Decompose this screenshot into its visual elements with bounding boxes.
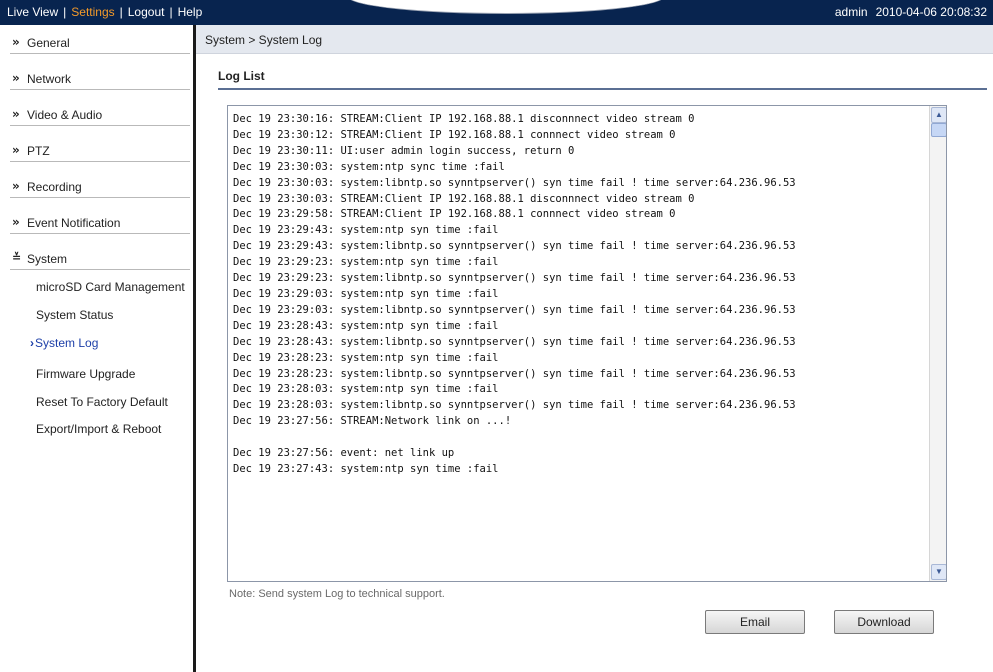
sidebar-item-system-log[interactable]: ›System Log (30, 336, 98, 350)
scroll-up-icon[interactable]: ▲ (931, 107, 946, 123)
top-bar: Live View | Settings | Logout | Help admin 2010… (0, 0, 993, 25)
breadcrumb: System > System Log (205, 33, 323, 47)
nav-separator: | (119, 5, 123, 19)
sidebar-section-label: General (27, 36, 70, 50)
datetime: 2010-04-06 20:08:32 (875, 5, 987, 19)
section-title: Log List (218, 69, 265, 83)
breadcrumb-bar: System > System Log (196, 25, 993, 54)
scroll-down-icon[interactable]: ▼ (931, 564, 946, 580)
sidebar-section-ptz[interactable]: » PTZ (10, 134, 190, 162)
chevron-double-down-icon: ≚ (12, 251, 22, 264)
download-button[interactable]: Download (834, 610, 934, 634)
nav-separator: | (63, 5, 67, 19)
nav-logout[interactable]: Logout (128, 5, 165, 19)
header-decoration (347, 0, 665, 14)
chevron-double-right-icon: » (12, 143, 20, 157)
sidebar-section-event-notification[interactable]: » Event Notification (10, 206, 190, 234)
sidebar-section-network[interactable]: » Network (10, 62, 190, 90)
sidebar-item-label: System Log (35, 336, 99, 350)
sidebar-section-system[interactable]: ≚ System (10, 242, 190, 270)
email-button[interactable]: Email (705, 610, 805, 634)
sidebar-section-label: Network (27, 72, 72, 86)
sidebar-item-export-import[interactable]: Export/Import & Reboot (36, 422, 161, 436)
sidebar-section-label: PTZ (27, 144, 50, 158)
username: admin (834, 5, 868, 19)
chevron-double-right-icon: » (12, 215, 20, 229)
chevron-right-icon: › (30, 336, 34, 350)
nav-help[interactable]: Help (178, 5, 203, 19)
sidebar-section-video-audio[interactable]: » Video & Audio (10, 98, 190, 126)
sidebar-item-system-status[interactable]: System Status (36, 308, 113, 322)
user-info: admin 2010-04-06 20:08:32 (835, 5, 987, 19)
sidebar-section-label: System (27, 252, 68, 266)
chevron-double-right-icon: » (12, 107, 20, 121)
sidebar-section-label: Video & Audio (27, 108, 103, 122)
sidebar-section-label: Recording (27, 180, 82, 194)
title-divider (218, 88, 987, 90)
sidebar-item-reset-factory[interactable]: Reset To Factory Default (36, 395, 168, 409)
sidebar-section-general[interactable]: » General (10, 26, 190, 54)
top-navigation: Live View | Settings | Logout | Help (7, 5, 202, 19)
nav-separator: | (169, 5, 173, 19)
sidebar: » General » Network » Video & Audio » PT… (0, 25, 193, 672)
chevron-double-right-icon: » (12, 179, 20, 193)
chevron-double-right-icon: » (12, 71, 20, 85)
nav-settings[interactable]: Settings (71, 5, 114, 19)
nav-live-view[interactable]: Live View (7, 5, 58, 19)
sidebar-section-label: Event Notification (27, 216, 121, 230)
sidebar-item-microsd[interactable]: microSD Card Management (36, 280, 185, 294)
sidebar-section-recording[interactable]: » Recording (10, 170, 190, 198)
log-textarea[interactable]: Dec 19 23:30:16: STREAM:Client IP 192.16… (227, 105, 947, 582)
sidebar-item-firmware-upgrade[interactable]: Firmware Upgrade (36, 367, 135, 381)
support-note: Note: Send system Log to technical suppo… (229, 588, 445, 600)
sidebar-divider (193, 25, 196, 672)
log-scrollbar[interactable]: ▲ ▼ (929, 106, 946, 581)
log-content: Dec 19 23:30:16: STREAM:Client IP 192.16… (233, 113, 796, 475)
scroll-thumb[interactable] (931, 123, 946, 137)
chevron-double-right-icon: » (12, 35, 20, 49)
